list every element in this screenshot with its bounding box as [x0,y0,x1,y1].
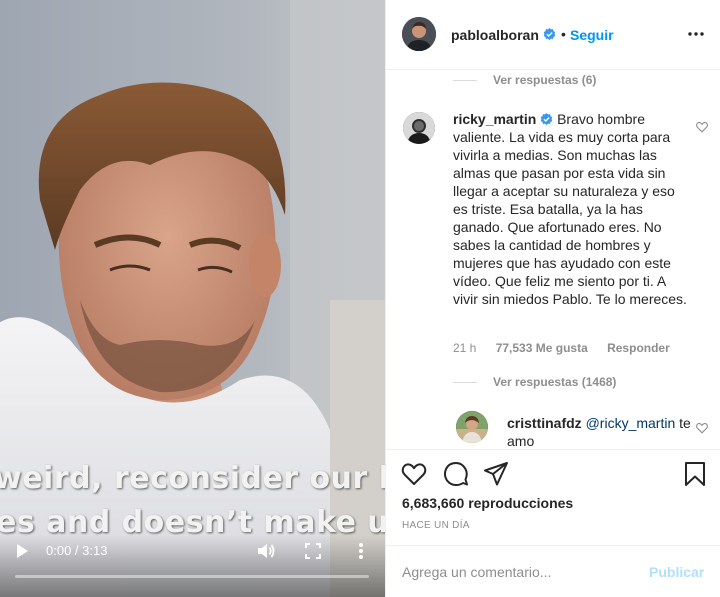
reply-button[interactable]: Responder [607,341,670,355]
bookmark-icon[interactable] [682,461,708,487]
comments-list: Ver respuestas (6) ricky_martin Bravo ho… [386,71,720,449]
view-replies-button[interactable]: Ver respuestas (1468) [453,375,616,389]
subtitle-line-1: weird, reconsider our liv [0,461,385,496]
volume-icon[interactable] [256,541,276,561]
like-comment-icon[interactable] [696,121,708,133]
comment-likes[interactable]: 77,533 Me gusta [496,341,588,355]
more-vertical-icon[interactable] [355,541,367,561]
follow-button[interactable]: Seguir [570,27,614,43]
avatar[interactable] [403,112,435,144]
avatar[interactable] [402,17,436,51]
post-side-panel: pabloalboran • Seguir Ver respuestas (6)… [385,0,720,597]
view-count[interactable]: 6,683,660 reproducciones [402,495,573,511]
comment-message: Bravo hombre valiente. La vida es muy co… [453,111,687,307]
add-comment-bar: Publicar [386,545,720,597]
video-progress-track[interactable] [15,575,369,578]
view-count-label: reproducciones [468,495,574,511]
comment-meta: 21 h 77,533 Me gusta Responder [453,341,686,355]
reply-mention-link[interactable]: @ricky_martin [586,415,676,431]
comment-input[interactable] [402,562,632,582]
verified-badge-icon [540,113,553,126]
like-comment-icon[interactable] [696,422,708,434]
post-timestamp[interactable]: HACE UN DÍA [402,520,470,531]
post-comment-button[interactable]: Publicar [649,564,704,580]
post-actions: 6,683,660 reproducciones HACE UN DÍA [386,449,720,546]
reply-username[interactable]: cristtinafdz [507,415,582,431]
fullscreen-icon[interactable] [305,543,321,559]
view-replies-button[interactable]: Ver respuestas (6) [453,73,596,87]
comment-icon[interactable] [443,461,469,487]
comment-text: ricky_martin Bravo hombre valiente. La v… [453,110,688,308]
video-player[interactable]: weird, reconsider our liv es and doesn’t… [0,0,385,597]
header-username[interactable]: pabloalboran [451,27,539,43]
heart-icon[interactable] [401,461,427,487]
reply-text: cristtinafdz @ricky_martin te amo [507,414,692,449]
view-replies-label: Ver respuestas (6) [493,73,597,87]
video-time-display: 0:00 / 3:13 [46,543,108,558]
send-icon[interactable] [483,461,509,487]
play-icon[interactable] [14,541,30,561]
more-options-icon[interactable] [687,25,705,43]
verified-badge-icon [543,28,556,41]
replies-divider-line [453,382,477,384]
comment-age[interactable]: 21 h [453,341,476,355]
view-count-number: 6,683,660 [402,495,465,511]
replies-divider-line [453,80,477,82]
header-separator: • [561,26,566,42]
post-header: pabloalboran • Seguir [386,0,720,70]
comment-username[interactable]: ricky_martin [453,111,536,127]
avatar[interactable] [456,411,488,443]
view-replies-label: Ver respuestas (1468) [493,375,617,389]
